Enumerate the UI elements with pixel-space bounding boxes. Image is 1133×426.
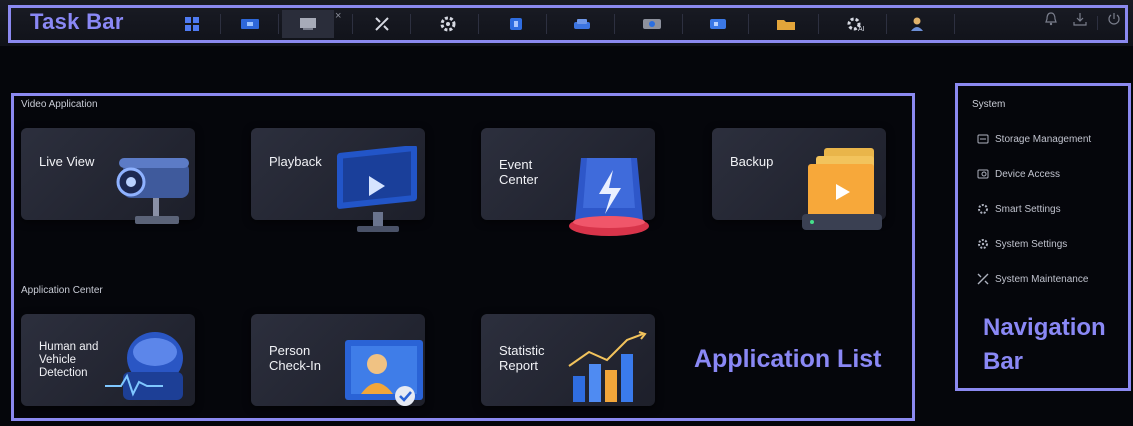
nav-item-device-access[interactable]: Device Access [977,166,1060,182]
system-heading: System [972,99,1006,110]
folder-art-icon [802,148,882,230]
backup-card[interactable]: Backup [712,128,886,230]
human-vehicle-detection-card[interactable]: Human and Vehicle Detection [21,314,195,406]
nav-item-system-maintenance[interactable]: System Maintenance [977,271,1088,287]
nav-item-label: System Settings [995,238,1068,250]
nav-item-label: Smart Settings [995,203,1061,215]
task-bar-annotation-frame [8,5,1128,43]
chart-art-icon [568,331,647,402]
system-gear-icon [978,239,988,249]
storage-icon [977,134,989,144]
application-list-annotation: Application List [694,345,882,373]
nav-item-label: System Maintenance [995,273,1089,285]
nav-item-system-settings[interactable]: System Settings [977,236,1067,252]
live-view-card[interactable]: Live View [21,128,195,224]
nav-item-storage-management[interactable]: Storage Management [977,131,1091,147]
alarm-art-icon [569,158,649,236]
navigation-bar-annotation: Navigation Bar [983,314,1106,375]
nav-item-smart-settings[interactable]: Smart Settings [977,201,1061,217]
video-application-heading: Video Application [21,99,98,110]
application-center-heading: Application Center [21,285,103,296]
task-bar-annotation: Task Bar [30,9,124,34]
person-art-icon [345,340,423,406]
robot-art-icon [105,332,183,400]
playback-card[interactable]: Playback [251,128,425,232]
maintenance-icon [977,273,989,285]
device-icon [977,169,989,179]
nav-item-label: Device Access [995,168,1061,180]
smart-gear-icon [978,204,988,214]
event-center-card[interactable]: Event Center [481,128,655,236]
person-check-in-card[interactable]: Person Check-In [251,314,425,406]
statistic-report-card[interactable]: Statistic Report [481,314,655,406]
monitor-art-icon [337,146,417,232]
nav-item-label: Storage Management [995,133,1092,145]
camera-art-icon [116,158,189,224]
